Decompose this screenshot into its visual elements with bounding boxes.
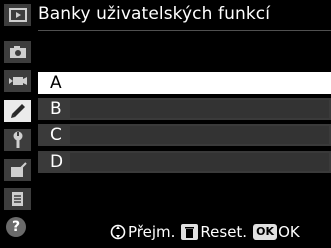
sidebar-item-playback[interactable] xyxy=(4,4,31,26)
retouch-icon xyxy=(10,162,27,177)
pencil-icon xyxy=(10,104,25,118)
sidebar-item-my-menu[interactable] xyxy=(4,188,31,210)
option-value-area xyxy=(70,100,329,118)
menu-sidebar: ? xyxy=(0,0,33,248)
ok-button-icon: OK xyxy=(253,224,278,240)
option-label: C xyxy=(50,125,62,145)
help-icon[interactable]: ? xyxy=(6,217,26,237)
rename-hint-label: Přejm. xyxy=(128,223,176,241)
bank-option-a[interactable]: A xyxy=(38,72,331,94)
my-menu-icon xyxy=(11,192,23,206)
camera-menu-screen: ? Banky uživatelských funkcí A B C D Pře… xyxy=(0,0,331,248)
movie-icon xyxy=(8,77,27,85)
wrench-icon xyxy=(13,131,22,148)
page-title: Banky uživatelských funkcí xyxy=(38,4,271,24)
title-divider xyxy=(38,30,331,31)
option-label: A xyxy=(50,73,62,93)
playback-icon xyxy=(8,8,27,22)
multi-selector-icon xyxy=(110,224,126,240)
bank-option-b[interactable]: B xyxy=(38,98,331,120)
ok-hint-label: OK xyxy=(278,223,300,241)
sidebar-item-shooting[interactable] xyxy=(4,41,31,63)
reset-hint-label: Reset. xyxy=(200,223,248,241)
sidebar-item-retouch[interactable] xyxy=(4,159,31,181)
option-value-area xyxy=(70,126,329,144)
bank-option-c[interactable]: C xyxy=(38,124,331,146)
bank-option-d[interactable]: D xyxy=(38,151,331,173)
sidebar-item-setup[interactable] xyxy=(4,129,31,151)
option-value-area xyxy=(70,153,329,171)
option-label: B xyxy=(50,99,62,119)
option-label: D xyxy=(50,152,64,172)
camera-icon xyxy=(9,46,26,58)
trash-icon xyxy=(181,224,199,240)
option-value-area xyxy=(70,74,329,92)
sidebar-item-custom-settings[interactable] xyxy=(4,100,31,122)
sidebar-item-movie[interactable] xyxy=(4,70,31,92)
footer-hints: Přejm. Reset. OK OK xyxy=(110,222,300,242)
